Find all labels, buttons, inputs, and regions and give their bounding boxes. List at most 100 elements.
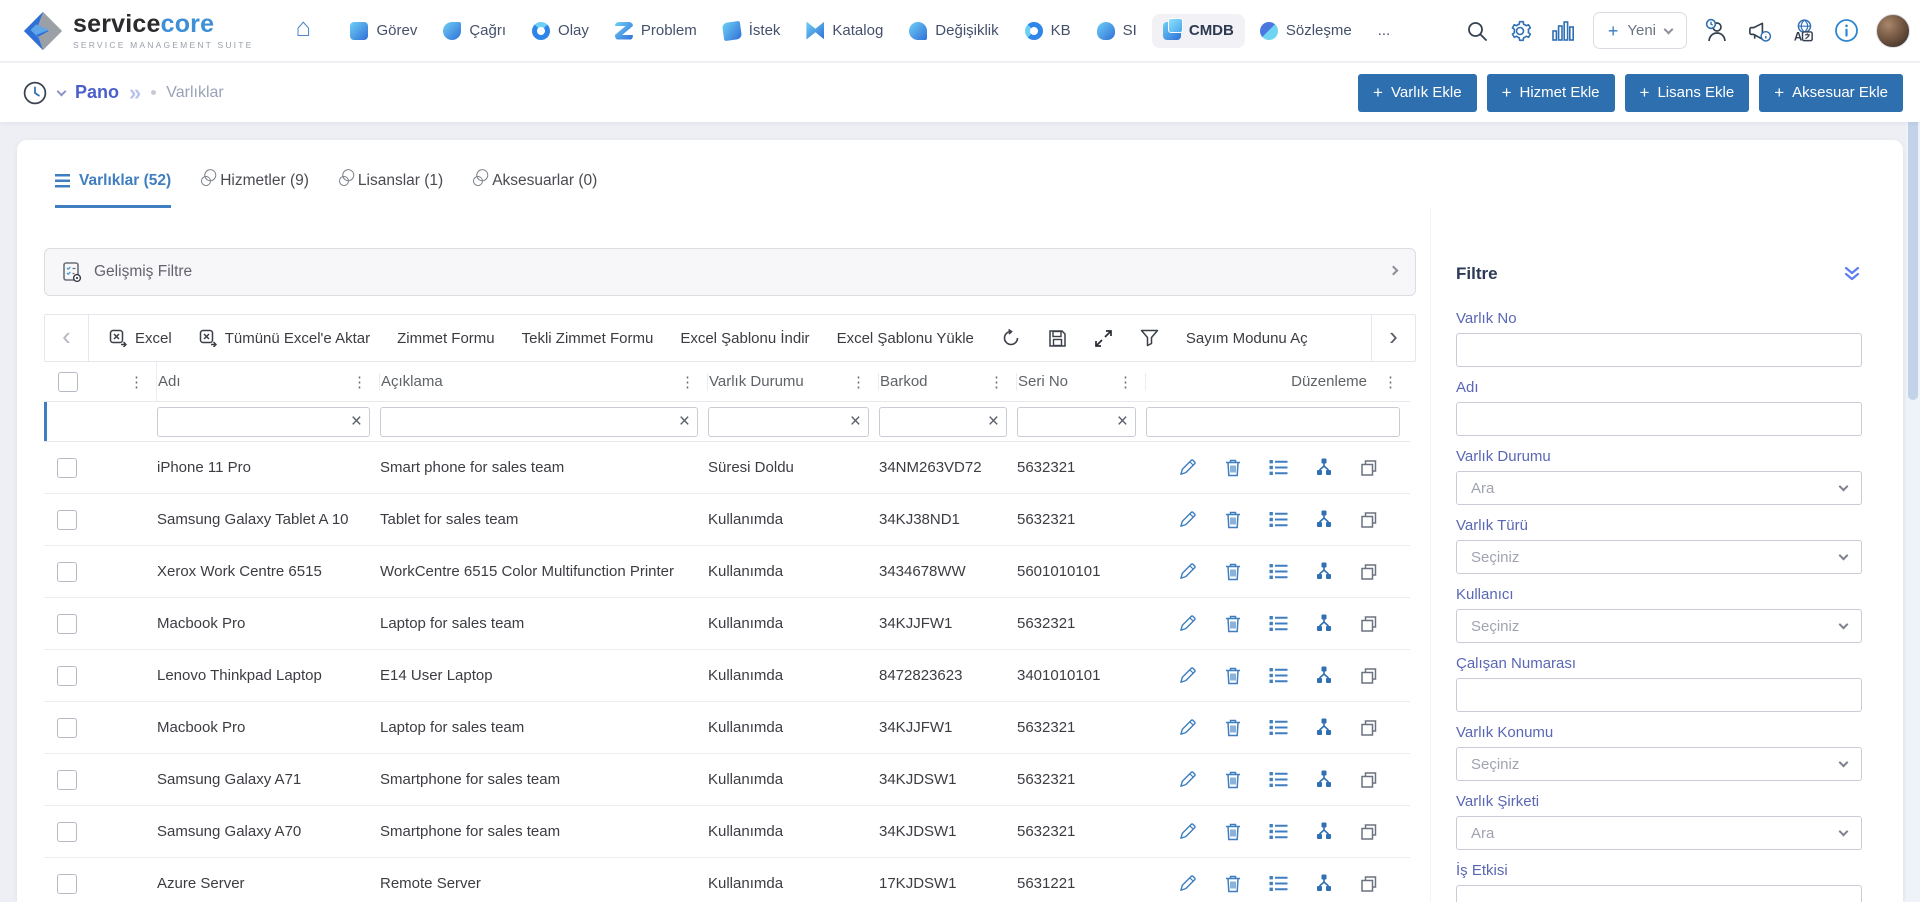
- column-filter-input[interactable]: [708, 407, 869, 437]
- filter-field-input[interactable]: Seçiniz: [1456, 609, 1862, 643]
- column-header[interactable]: Adı: [158, 373, 181, 390]
- nav-item[interactable]: Sözleşme: [1249, 14, 1363, 48]
- edit-icon[interactable]: [1178, 510, 1197, 529]
- search-icon[interactable]: [1464, 18, 1490, 44]
- translate-icon[interactable]: A: [1790, 18, 1816, 44]
- hierarchy-icon[interactable]: [1315, 718, 1333, 737]
- toolbar-button[interactable]: Excel Şablonu Yükle: [837, 330, 974, 347]
- page-scrollbar[interactable]: [1906, 62, 1920, 902]
- nav-item[interactable]: Değişiklik: [898, 14, 1009, 48]
- edit-icon[interactable]: [1178, 458, 1197, 477]
- nav-item[interactable]: Katalog: [795, 14, 894, 48]
- copy-icon[interactable]: [1360, 771, 1378, 789]
- edit-icon[interactable]: [1178, 822, 1197, 841]
- edit-icon[interactable]: [1178, 614, 1197, 633]
- row-checkbox[interactable]: [57, 666, 77, 686]
- edit-icon[interactable]: [1178, 666, 1197, 685]
- breadcrumb-root[interactable]: Pano: [75, 82, 119, 103]
- row-checkbox[interactable]: [57, 510, 77, 530]
- column-menu-icon[interactable]: [1379, 373, 1402, 391]
- copy-icon[interactable]: [1360, 667, 1378, 685]
- toolbar-button[interactable]: Excel: [109, 329, 172, 347]
- delete-icon[interactable]: [1224, 614, 1242, 633]
- copy-icon[interactable]: [1360, 511, 1378, 529]
- row-checkbox[interactable]: [57, 874, 77, 894]
- edit-icon[interactable]: [1178, 718, 1197, 737]
- detail-list-icon[interactable]: [1269, 823, 1288, 840]
- filter-funnel-icon[interactable]: [1140, 329, 1159, 347]
- count-mode-button[interactable]: Sayım Modunu Aç: [1186, 330, 1308, 347]
- filter-field-input[interactable]: Ara: [1456, 816, 1862, 850]
- hierarchy-icon[interactable]: [1315, 614, 1333, 633]
- delete-icon[interactable]: [1224, 874, 1242, 893]
- filter-field-input[interactable]: Seçiniz: [1456, 747, 1862, 781]
- tab[interactable]: Hizmetler (9): [201, 168, 309, 208]
- clear-icon[interactable]: [351, 412, 362, 431]
- nav-item[interactable]: Problem: [604, 14, 708, 48]
- filter-field-input[interactable]: Ara: [1456, 471, 1862, 505]
- filter-field-input[interactable]: [1456, 885, 1862, 902]
- save-icon[interactable]: [1048, 329, 1067, 348]
- column-header[interactable]: Açıklama: [381, 373, 443, 390]
- toolbar-button[interactable]: Tümünü Excel'e Aktar: [199, 329, 370, 347]
- row-checkbox[interactable]: [57, 458, 77, 478]
- detail-list-icon[interactable]: [1269, 511, 1288, 528]
- collapse-double-chevron-icon[interactable]: [1842, 265, 1862, 283]
- add-button[interactable]: Lisans Ekle: [1625, 74, 1750, 112]
- tab[interactable]: Aksesuarlar (0): [473, 168, 597, 208]
- hierarchy-icon[interactable]: [1315, 822, 1333, 841]
- detail-list-icon[interactable]: [1269, 771, 1288, 788]
- hierarchy-icon[interactable]: [1315, 874, 1333, 893]
- scrollbar-thumb[interactable]: [1908, 100, 1918, 400]
- hierarchy-icon[interactable]: [1315, 458, 1333, 477]
- column-header[interactable]: Barkod: [880, 373, 928, 390]
- chevron-down-icon[interactable]: [57, 86, 67, 96]
- select-all-checkbox[interactable]: [58, 372, 78, 392]
- nav-item[interactable]: İstek: [712, 14, 792, 48]
- delete-icon[interactable]: [1224, 562, 1242, 581]
- detail-list-icon[interactable]: [1269, 563, 1288, 580]
- edit-icon[interactable]: [1178, 562, 1197, 581]
- add-button[interactable]: Hizmet Ekle: [1487, 74, 1615, 112]
- copy-icon[interactable]: [1360, 459, 1378, 477]
- column-menu-icon[interactable]: [348, 373, 371, 391]
- hierarchy-icon[interactable]: [1315, 562, 1333, 581]
- column-menu-icon[interactable]: [125, 373, 148, 391]
- clear-icon[interactable]: [1117, 412, 1128, 431]
- detail-list-icon[interactable]: [1269, 719, 1288, 736]
- info-icon[interactable]: [1833, 18, 1859, 44]
- filter-field-input[interactable]: [1456, 678, 1862, 712]
- nav-item[interactable]: Görev: [339, 14, 428, 48]
- delete-icon[interactable]: [1224, 822, 1242, 841]
- detail-list-icon[interactable]: [1269, 875, 1288, 892]
- delete-icon[interactable]: [1224, 458, 1242, 477]
- row-checkbox[interactable]: [57, 614, 77, 634]
- nav-item[interactable]: KB: [1014, 14, 1082, 48]
- copy-icon[interactable]: [1360, 615, 1378, 633]
- gear-icon[interactable]: [1507, 18, 1533, 44]
- nav-item[interactable]: CMDB: [1152, 14, 1245, 48]
- nav-item[interactable]: Olay: [521, 14, 600, 48]
- user-clock-icon[interactable]: [1704, 18, 1730, 44]
- add-button[interactable]: Aksesuar Ekle: [1759, 74, 1903, 112]
- edit-icon[interactable]: [1178, 874, 1197, 893]
- column-filter-input[interactable]: [879, 407, 1007, 437]
- filter-field-input[interactable]: Seçiniz: [1456, 540, 1862, 574]
- row-checkbox[interactable]: [57, 770, 77, 790]
- column-filter-input[interactable]: [157, 407, 370, 437]
- column-menu-icon[interactable]: [847, 373, 870, 391]
- column-menu-icon[interactable]: [676, 373, 699, 391]
- delete-icon[interactable]: [1224, 666, 1242, 685]
- toolbar-button[interactable]: Zimmet Formu: [397, 330, 495, 347]
- toolbar-prev-button[interactable]: ‹: [45, 315, 89, 361]
- toolbar-button[interactable]: Excel Şablonu İndir: [680, 330, 809, 347]
- nav-item[interactable]: ...: [1367, 14, 1402, 47]
- refresh-icon[interactable]: [1001, 328, 1021, 348]
- nav-item[interactable]: SI: [1086, 14, 1148, 48]
- advanced-filter-bar[interactable]: Gelişmiş Filtre: [44, 248, 1416, 296]
- user-avatar[interactable]: [1876, 14, 1910, 48]
- column-menu-icon[interactable]: [985, 373, 1008, 391]
- hierarchy-icon[interactable]: [1315, 770, 1333, 789]
- hierarchy-icon[interactable]: [1315, 666, 1333, 685]
- brand-logo[interactable]: servicecore SERVICE MANAGEMENT SUITE: [22, 10, 253, 52]
